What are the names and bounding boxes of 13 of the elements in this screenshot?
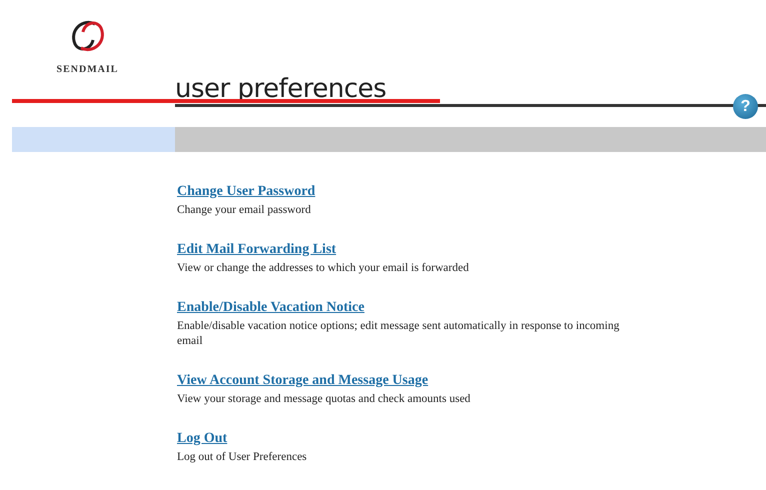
preference-link[interactable]: Change User Password bbox=[177, 184, 316, 200]
preference-description: View or change the addresses to which your email is forwarded bbox=[177, 260, 470, 276]
preference-link[interactable]: Enable/Disable Vacation Notice bbox=[177, 300, 364, 316]
preference-link[interactable]: Log Out bbox=[177, 430, 228, 446]
page-title: user preferences bbox=[175, 76, 386, 106]
preference-description: Enable/disable vacation notice options; edit message sent automatically in response to incoming email bbox=[177, 318, 620, 349]
preference-description: View your storage and message quotas and check amounts used bbox=[177, 392, 472, 407]
preference-description: Log out of User Preferences bbox=[177, 450, 308, 465]
preference-link[interactable]: Edit Mail Forwarding List bbox=[177, 242, 336, 258]
help-button[interactable]: ? bbox=[733, 94, 758, 119]
logo-text: SENDMAIL bbox=[56, 63, 118, 77]
preference-description: Change your email password bbox=[177, 203, 312, 218]
preference-link[interactable]: View Account Storage and Message Usage bbox=[177, 372, 428, 388]
